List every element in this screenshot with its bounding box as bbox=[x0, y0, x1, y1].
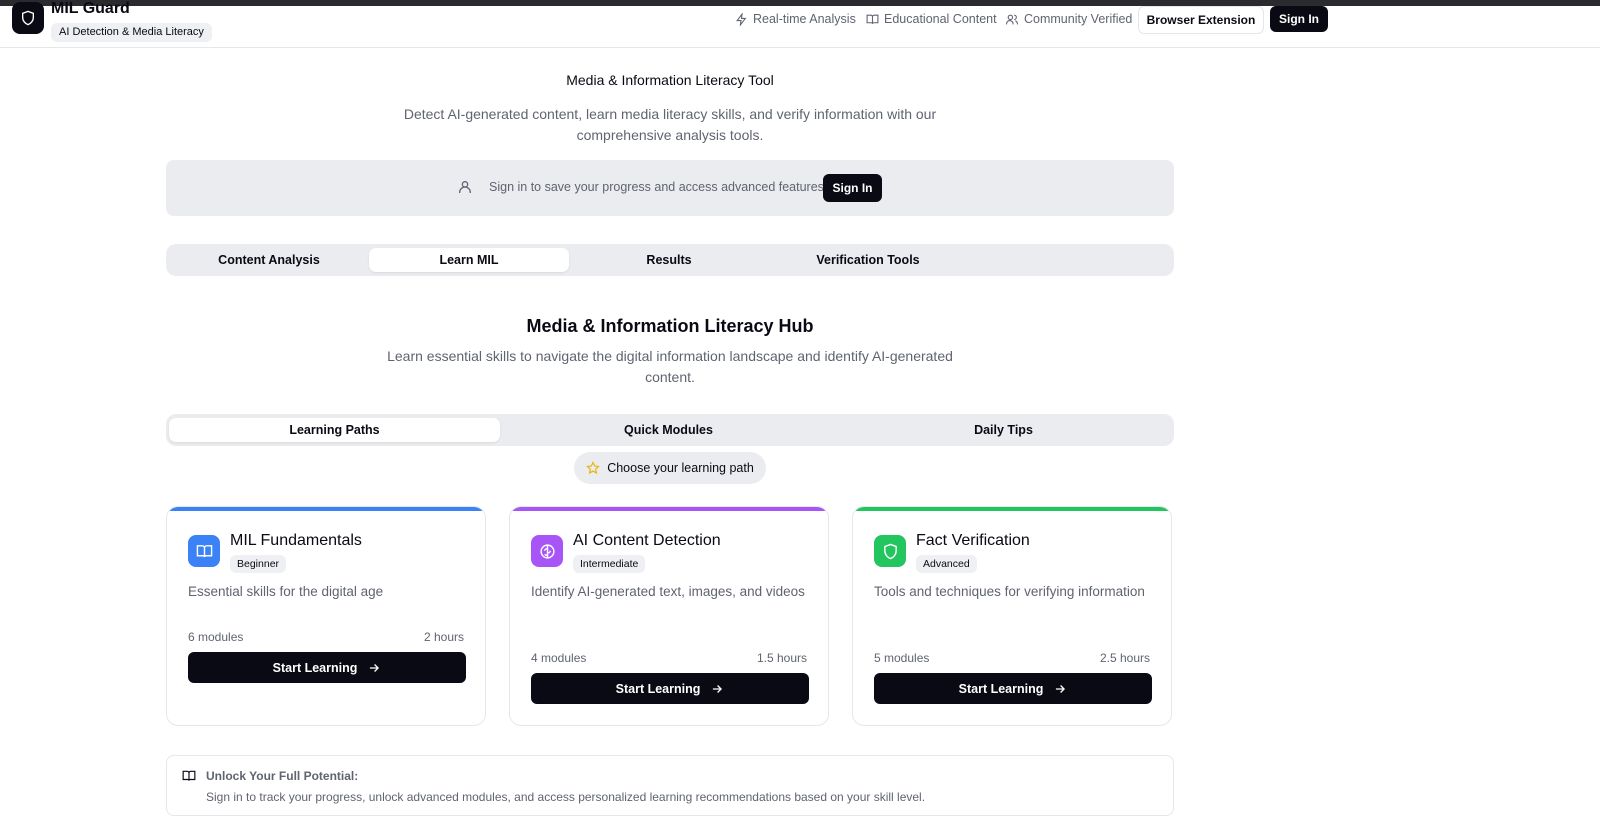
card-description: Essential skills for the digital age bbox=[188, 584, 384, 599]
button-label: Start Learning bbox=[272, 660, 358, 675]
card-description: Identify AI-generated text, images, and … bbox=[531, 584, 805, 599]
duration: 1.5 hours bbox=[756, 651, 807, 665]
start-learning-button[interactable]: Start Learning bbox=[188, 652, 466, 683]
tab-learn-mil[interactable]: Learn MIL bbox=[369, 248, 569, 272]
subtitle-line: comprehensive analysis tools. bbox=[576, 127, 764, 143]
hub-title: Media & Information Literacy Hub bbox=[526, 316, 814, 336]
learning-path-card: AI Content Detection Intermediate Identi… bbox=[509, 506, 829, 726]
button-label: Start Learning bbox=[615, 681, 701, 696]
subtab-learning-paths[interactable]: Learning Paths bbox=[169, 418, 500, 442]
learning-path-pill: Choose your learning path bbox=[574, 452, 766, 484]
nav-community-verified[interactable]: Community Verified bbox=[1005, 6, 1132, 32]
hub-subtitle: Learn essential skills to navigate the d… bbox=[166, 346, 1174, 388]
module-count: 5 modules bbox=[874, 651, 930, 665]
pill-label: Choose your learning path bbox=[607, 461, 754, 475]
card-meta: 5 modules 2.5 hours bbox=[874, 651, 1150, 665]
card-accent-bar bbox=[167, 507, 485, 511]
unlock-title: Unlock Your Full Potential: bbox=[206, 769, 359, 783]
brand-badge: AI Detection & Media Literacy bbox=[51, 23, 212, 42]
app-header: MIL Guard AI Detection & Media Literacy … bbox=[0, 0, 1600, 48]
card-meta: 6 modules 2 hours bbox=[188, 630, 464, 644]
star-icon bbox=[586, 461, 601, 475]
page-subtitle: Detect AI-generated content, learn media… bbox=[166, 104, 1174, 146]
users-icon bbox=[1006, 14, 1018, 24]
learning-subtabs: Learning Paths Quick Modules Daily Tips bbox=[166, 414, 1174, 446]
card-description: Tools and techniques for verifying infor… bbox=[874, 584, 1145, 599]
learning-path-card: Fact Verification Advanced Tools and tec… bbox=[852, 506, 1172, 726]
unlock-text: Sign in to track your progress, unlock a… bbox=[206, 790, 926, 804]
unlock-callout: Unlock Your Full Potential: Sign in to t… bbox=[166, 755, 1174, 816]
hub-subtitle-line: Learn essential skills to navigate the d… bbox=[387, 348, 953, 364]
subtitle-line: Detect AI-generated content, learn media… bbox=[403, 106, 937, 122]
duration: 2 hours bbox=[423, 630, 464, 644]
level-badge: Beginner bbox=[230, 555, 287, 573]
browser-extension-button[interactable]: Browser Extension bbox=[1138, 6, 1264, 34]
brain-icon bbox=[539, 543, 555, 559]
start-learning-button[interactable]: Start Learning bbox=[531, 673, 809, 704]
level-badge: Advanced bbox=[916, 555, 977, 573]
subtab-daily-tips[interactable]: Daily Tips bbox=[838, 418, 1169, 442]
card-title: AI Content Detection bbox=[573, 532, 721, 549]
main-tabs: Content Analysis Learn MIL Results Verif… bbox=[166, 244, 1174, 276]
card-title: Fact Verification bbox=[916, 532, 1030, 549]
nav-label: Community Verified bbox=[1024, 12, 1133, 26]
card-meta: 4 modules 1.5 hours bbox=[531, 651, 807, 665]
book-open-icon bbox=[196, 544, 212, 557]
shield-icon bbox=[22, 10, 34, 26]
arrow-right-icon bbox=[370, 663, 380, 672]
hub-subtitle-line: content. bbox=[645, 369, 695, 385]
subtab-quick-modules[interactable]: Quick Modules bbox=[503, 418, 834, 442]
nav-realtime-analysis[interactable]: Real-time Analysis bbox=[735, 6, 856, 32]
signin-prompt-panel: Sign in to save your progress and access… bbox=[166, 160, 1174, 216]
tab-results[interactable]: Results bbox=[570, 248, 768, 272]
nav-label: Educational Content bbox=[884, 12, 997, 26]
card-title: MIL Fundamentals bbox=[230, 532, 362, 549]
brand-title: MIL Guard bbox=[51, 0, 130, 17]
card-accent-bar bbox=[853, 507, 1171, 511]
card-icon-box bbox=[874, 535, 906, 567]
arrow-right-icon bbox=[713, 684, 723, 693]
card-icon-box bbox=[531, 535, 563, 567]
book-icon bbox=[182, 770, 196, 781]
card-accent-bar bbox=[510, 507, 828, 511]
nav-educational-content[interactable]: Educational Content bbox=[866, 6, 997, 32]
tab-verification-tools[interactable]: Verification Tools bbox=[769, 248, 967, 272]
learning-path-card: MIL Fundamentals Beginner Essential skil… bbox=[166, 506, 486, 726]
user-icon bbox=[459, 181, 471, 193]
shield-icon bbox=[883, 543, 897, 559]
signin-message: Sign in to save your progress and access… bbox=[489, 180, 824, 194]
panel-sign-in-button[interactable]: Sign In bbox=[823, 174, 882, 202]
module-count: 4 modules bbox=[531, 651, 587, 665]
bolt-icon bbox=[736, 12, 747, 26]
page-eyebrow: Media & Information Literacy Tool bbox=[566, 72, 774, 88]
card-icon-box bbox=[188, 535, 220, 567]
duration: 2.5 hours bbox=[1099, 651, 1150, 665]
start-learning-button[interactable]: Start Learning bbox=[874, 673, 1152, 704]
module-count: 6 modules bbox=[188, 630, 244, 644]
book-icon bbox=[866, 14, 879, 24]
arrow-right-icon bbox=[1056, 684, 1066, 693]
header-sign-in-button[interactable]: Sign In bbox=[1270, 6, 1328, 32]
tab-content-analysis[interactable]: Content Analysis bbox=[170, 248, 368, 272]
logo[interactable] bbox=[12, 2, 44, 34]
level-badge: Intermediate bbox=[573, 555, 646, 573]
button-label: Start Learning bbox=[958, 681, 1044, 696]
nav-label: Real-time Analysis bbox=[753, 12, 856, 26]
